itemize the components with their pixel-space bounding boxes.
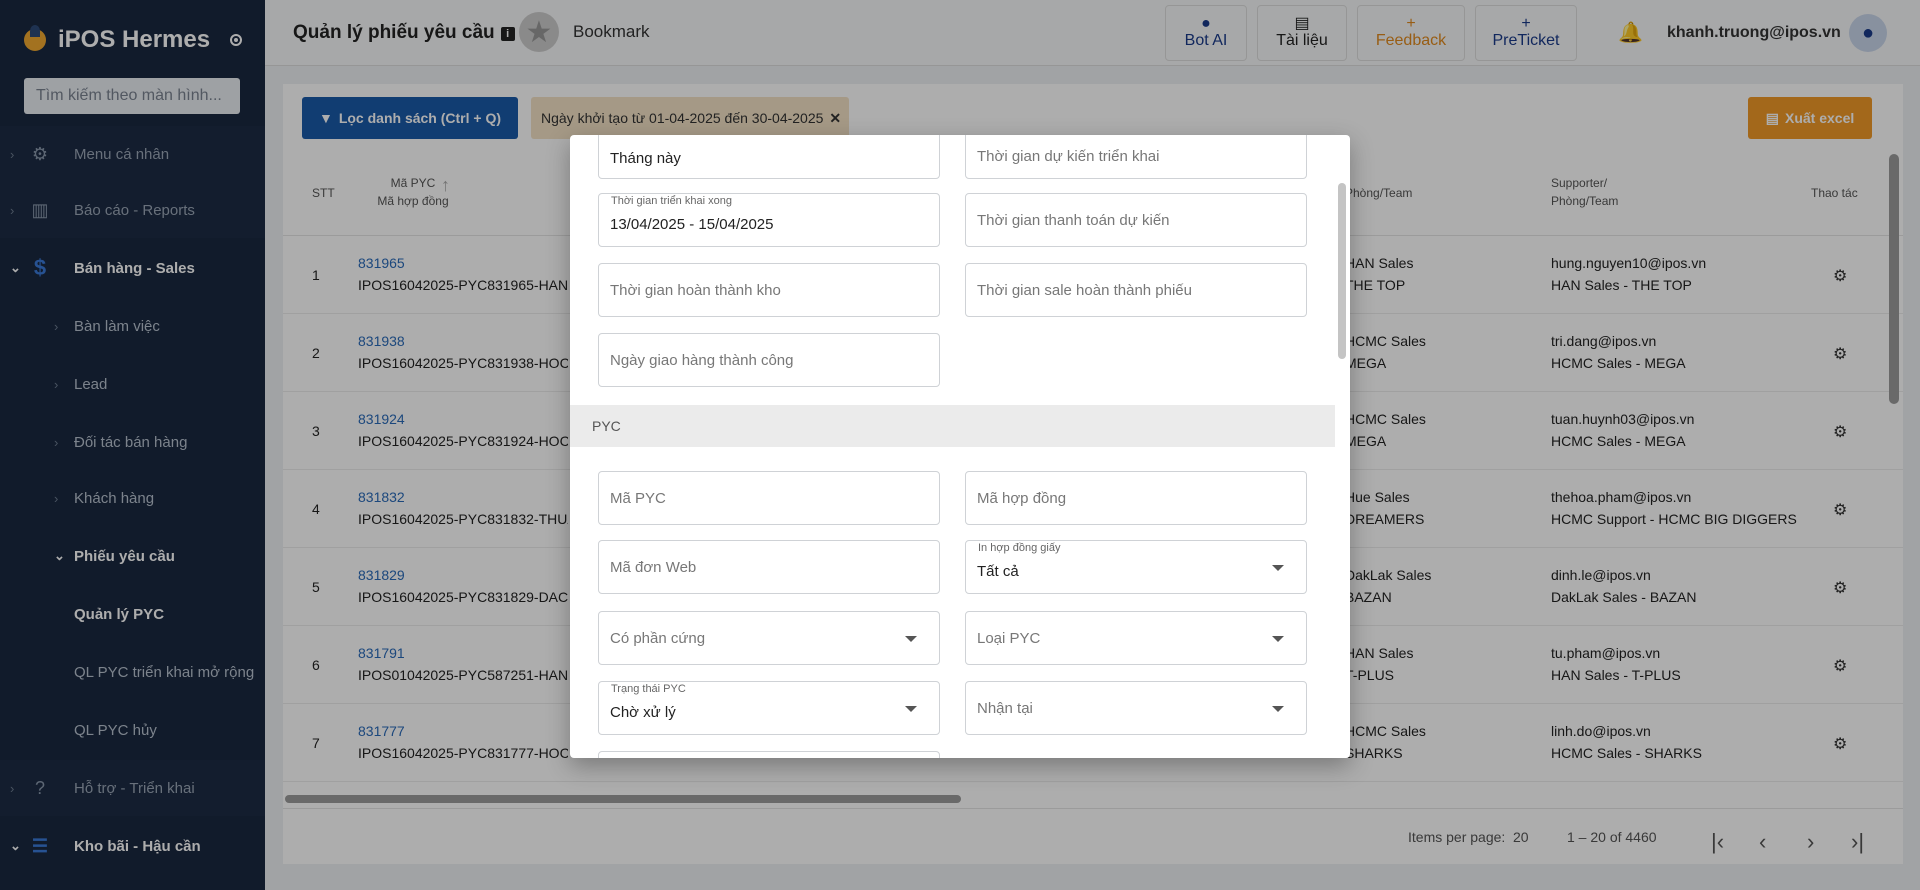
caret-down-icon (1272, 706, 1284, 712)
field-placeholder: Loại PYC (977, 630, 1041, 647)
in-hop-dong-select[interactable]: In hợp đồng giấy Tất cả (965, 540, 1307, 594)
ma-don-web-field[interactable]: Mã đơn Web (598, 540, 940, 594)
loai-pyc-select[interactable]: Loại PYC (965, 611, 1307, 665)
caret-down-icon (905, 636, 917, 642)
field-placeholder: Mã PYC (610, 490, 666, 507)
next-field[interactable] (598, 751, 940, 758)
ma-hop-dong-field[interactable]: Mã hợp đồng (965, 471, 1307, 525)
field-value: Tất cả (977, 563, 1019, 580)
trang-thai-pyc-select[interactable]: Trạng thái PYC Chờ xử lý (598, 681, 940, 735)
tg-du-kien-field[interactable]: Thời gian dự kiến triển khai (965, 135, 1307, 179)
field-placeholder: Có phần cứng (610, 630, 706, 647)
field-label: Trạng thái PYC (610, 683, 687, 695)
field-placeholder: Thời gian thanh toán dự kiến (977, 212, 1170, 229)
field-label: Thời gian triển khai xong (610, 195, 733, 207)
co-phan-cung-select[interactable]: Có phần cứng (598, 611, 940, 665)
field-placeholder: Mã đơn Web (610, 559, 697, 576)
field-placeholder: Nhận tại (977, 700, 1033, 717)
field-value: Tháng này (610, 150, 681, 167)
section-title: PYC (592, 418, 621, 434)
tg-trien-khai-xong-field[interactable]: Thời gian triển khai xong 13/04/2025 - 1… (598, 193, 940, 247)
caret-down-icon (1272, 636, 1284, 642)
ngay-giao-hang-field[interactable]: Ngày giao hàng thành công (598, 333, 940, 387)
tg-hoan-thanh-kho-field[interactable]: Thời gian hoàn thành kho (598, 263, 940, 317)
tg-thanh-toan-field[interactable]: Thời gian thanh toán dự kiến (965, 193, 1307, 247)
tg-sale-hoan-thanh-field[interactable]: Thời gian sale hoàn thành phiếu (965, 263, 1307, 317)
dialog-scrollbar[interactable] (1338, 183, 1346, 359)
caret-down-icon (1272, 565, 1284, 571)
ma-pyc-field[interactable]: Mã PYC (598, 471, 940, 525)
field-value: Chờ xử lý (610, 704, 676, 721)
field-placeholder: Mã hợp đồng (977, 490, 1067, 507)
section-pyc-header: PYC (570, 405, 1335, 447)
filter-dialog: Tháng này Thời gian dự kiến triển khai T… (570, 135, 1350, 758)
field-placeholder: Ngày giao hàng thành công (610, 352, 794, 369)
caret-down-icon (905, 706, 917, 712)
field-placeholder: Thời gian dự kiến triển khai (977, 148, 1160, 165)
thang-nay-field[interactable]: Tháng này (598, 135, 940, 179)
nhan-tai-select[interactable]: Nhận tại (965, 681, 1307, 735)
field-placeholder: Thời gian hoàn thành kho (610, 282, 781, 299)
field-label: In hợp đồng giấy (977, 542, 1062, 554)
field-placeholder: Thời gian sale hoàn thành phiếu (977, 282, 1192, 299)
field-value: 13/04/2025 - 15/04/2025 (610, 216, 774, 233)
